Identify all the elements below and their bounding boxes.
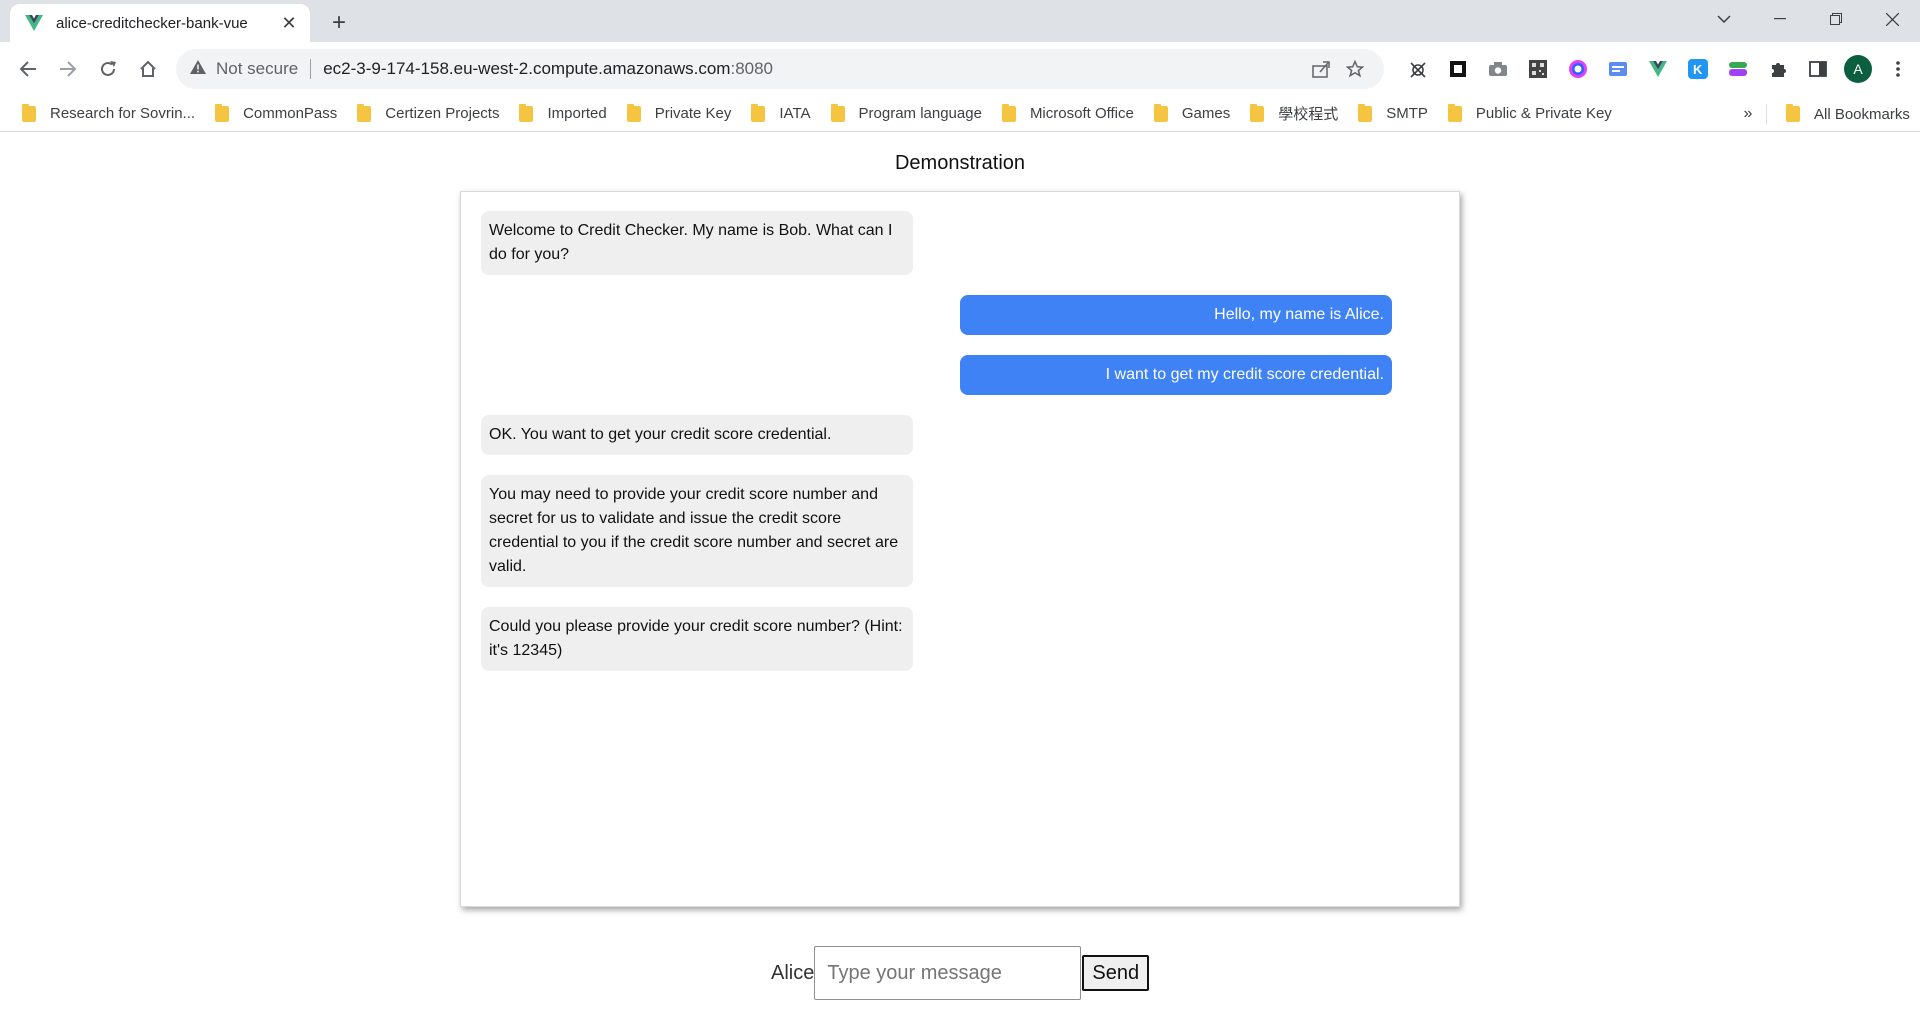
bookmark-folder[interactable]: Public & Private Key — [1438, 100, 1622, 128]
message-composer: Alice Send — [771, 946, 1150, 1000]
k-extension-icon[interactable]: K — [1678, 51, 1718, 87]
color-picker-extension-icon[interactable] — [1558, 51, 1598, 87]
folder-icon — [1153, 103, 1168, 122]
bookmark-folder[interactable]: Private Key — [617, 100, 742, 128]
bookmark-folder[interactable]: Games — [1144, 100, 1240, 128]
more-menu-icon[interactable] — [1878, 51, 1918, 87]
security-label: Not secure — [216, 59, 299, 78]
bookmark-label: CommonPass — [243, 105, 338, 122]
bookmark-label: Private Key — [654, 105, 732, 122]
url-port: :8080 — [730, 59, 774, 78]
folder-icon — [22, 103, 36, 122]
bookmark-folder[interactable]: 學校程式 — [1240, 100, 1348, 128]
camera-extension-icon[interactable] — [1478, 51, 1518, 87]
bug-extension-icon[interactable] — [1398, 51, 1438, 87]
message-input[interactable] — [814, 946, 1082, 1000]
qr-code-extension-icon[interactable] — [1518, 51, 1558, 87]
vue-devtools-icon[interactable] — [1638, 51, 1678, 87]
folder-icon — [519, 103, 534, 122]
bookmark-folder[interactable]: CommonPass — [205, 100, 347, 128]
bot-message: Could you please provide your credit sco… — [481, 607, 913, 671]
not-secure-indicator[interactable]: Not secure — [190, 59, 298, 79]
side-panel-icon[interactable] — [1798, 51, 1838, 87]
translate-extension-icon[interactable] — [1598, 51, 1638, 87]
folder-icon — [830, 103, 845, 122]
bookmark-label: Microsoft Office — [1029, 105, 1134, 122]
folder-icon — [626, 103, 641, 122]
extensions-row: K A — [1398, 51, 1918, 87]
vue-logo-icon — [24, 13, 44, 33]
stack-extension-icon[interactable] — [1718, 51, 1758, 87]
address-bar[interactable]: Not secure ec2-3-9-174-158.eu-west-2.com… — [176, 49, 1384, 89]
bookmarks-overflow-button[interactable]: » — [1738, 100, 1758, 128]
bookmark-folder[interactable]: SMTP — [1348, 100, 1438, 128]
home-icon[interactable] — [130, 51, 166, 87]
bookmark-label: Public & Private Key — [1475, 105, 1612, 122]
bot-message: OK. You want to get your credit score cr… — [481, 415, 913, 455]
back-icon[interactable] — [10, 51, 46, 87]
bookmark-folder[interactable]: Program language — [821, 100, 992, 128]
bookmarks-divider — [1766, 104, 1767, 124]
page-title: Demonstration — [894, 152, 1026, 174]
bookmark-folder[interactable]: Microsoft Office — [992, 100, 1144, 128]
frame-extension-icon[interactable] — [1438, 51, 1478, 87]
bookmark-folder[interactable]: Research for Sovrin... — [12, 100, 205, 128]
folder-icon — [1786, 104, 1800, 122]
sender-label: Alice — [771, 961, 815, 984]
folder-icon — [751, 103, 766, 122]
send-button[interactable]: Send — [1082, 955, 1150, 991]
window-controls — [1696, 0, 1920, 38]
bookmark-folder[interactable]: Imported — [509, 100, 616, 128]
user-message: Hello, my name is Alice. — [960, 295, 1392, 335]
bookmark-label: IATA — [779, 105, 811, 122]
tab-title: alice-creditchecker-bank-vue — [56, 14, 248, 32]
folder-icon — [1447, 103, 1462, 122]
browser-toolbar: Not secure ec2-3-9-174-158.eu-west-2.com… — [0, 42, 1920, 96]
bookmark-star-icon[interactable] — [1338, 52, 1372, 86]
tab-strip: alice-creditchecker-bank-vue ✕ + — [0, 0, 1920, 42]
folder-icon — [1250, 103, 1265, 122]
bookmark-label: Games — [1181, 105, 1231, 122]
folder-icon — [1358, 103, 1373, 122]
folder-icon — [215, 103, 230, 122]
bookmark-label: Research for Sovrin... — [50, 105, 196, 122]
minimize-button[interactable] — [1752, 0, 1808, 38]
forward-icon[interactable] — [50, 51, 86, 87]
puzzle-extensions-icon[interactable] — [1758, 51, 1798, 87]
share-icon[interactable] — [1304, 52, 1338, 86]
profile-avatar[interactable]: A — [1838, 51, 1878, 87]
bookmark-label: Certizen Projects — [385, 105, 500, 122]
bot-message: You may need to provide your credit scor… — [481, 475, 913, 587]
restore-button[interactable] — [1808, 0, 1864, 38]
avatar-letter: A — [1844, 55, 1872, 83]
svg-text:K: K — [1693, 62, 1703, 77]
bookmark-label: SMTP — [1386, 105, 1428, 122]
close-tab-icon[interactable]: ✕ — [278, 12, 300, 34]
close-window-button[interactable] — [1864, 0, 1920, 38]
bookmark-folder[interactable]: Certizen Projects — [347, 100, 509, 128]
bookmark-folder[interactable]: IATA — [741, 100, 820, 128]
browser-tab[interactable]: alice-creditchecker-bank-vue ✕ — [10, 4, 310, 42]
omnibox-divider — [310, 59, 312, 79]
folder-icon — [357, 103, 372, 122]
tab-search-icon[interactable] — [1696, 0, 1752, 38]
bookmark-label: Imported — [547, 105, 607, 122]
bookmark-label: 學校程式 — [1278, 106, 1339, 123]
bookmark-label: Program language — [858, 105, 982, 122]
reload-icon[interactable] — [90, 51, 126, 87]
folder-icon — [1001, 103, 1016, 122]
url-text[interactable]: ec2-3-9-174-158.eu-west-2.compute.amazon… — [323, 59, 1304, 79]
warning-icon — [190, 59, 206, 79]
all-bookmarks-folder[interactable]: All Bookmarks — [1776, 100, 1920, 128]
new-tab-button[interactable]: + — [325, 9, 353, 37]
bookmarks-bar: Research for Sovrin... CommonPass Certiz… — [0, 96, 1920, 132]
url-host: ec2-3-9-174-158.eu-west-2.compute.amazon… — [323, 59, 731, 78]
bot-message: Welcome to Credit Checker. My name is Bo… — [481, 211, 913, 275]
user-message: I want to get my credit score credential… — [960, 355, 1392, 395]
bookmark-label: All Bookmarks — [1814, 105, 1910, 123]
chat-panel[interactable]: Welcome to Credit Checker. My name is Bo… — [460, 191, 1460, 907]
